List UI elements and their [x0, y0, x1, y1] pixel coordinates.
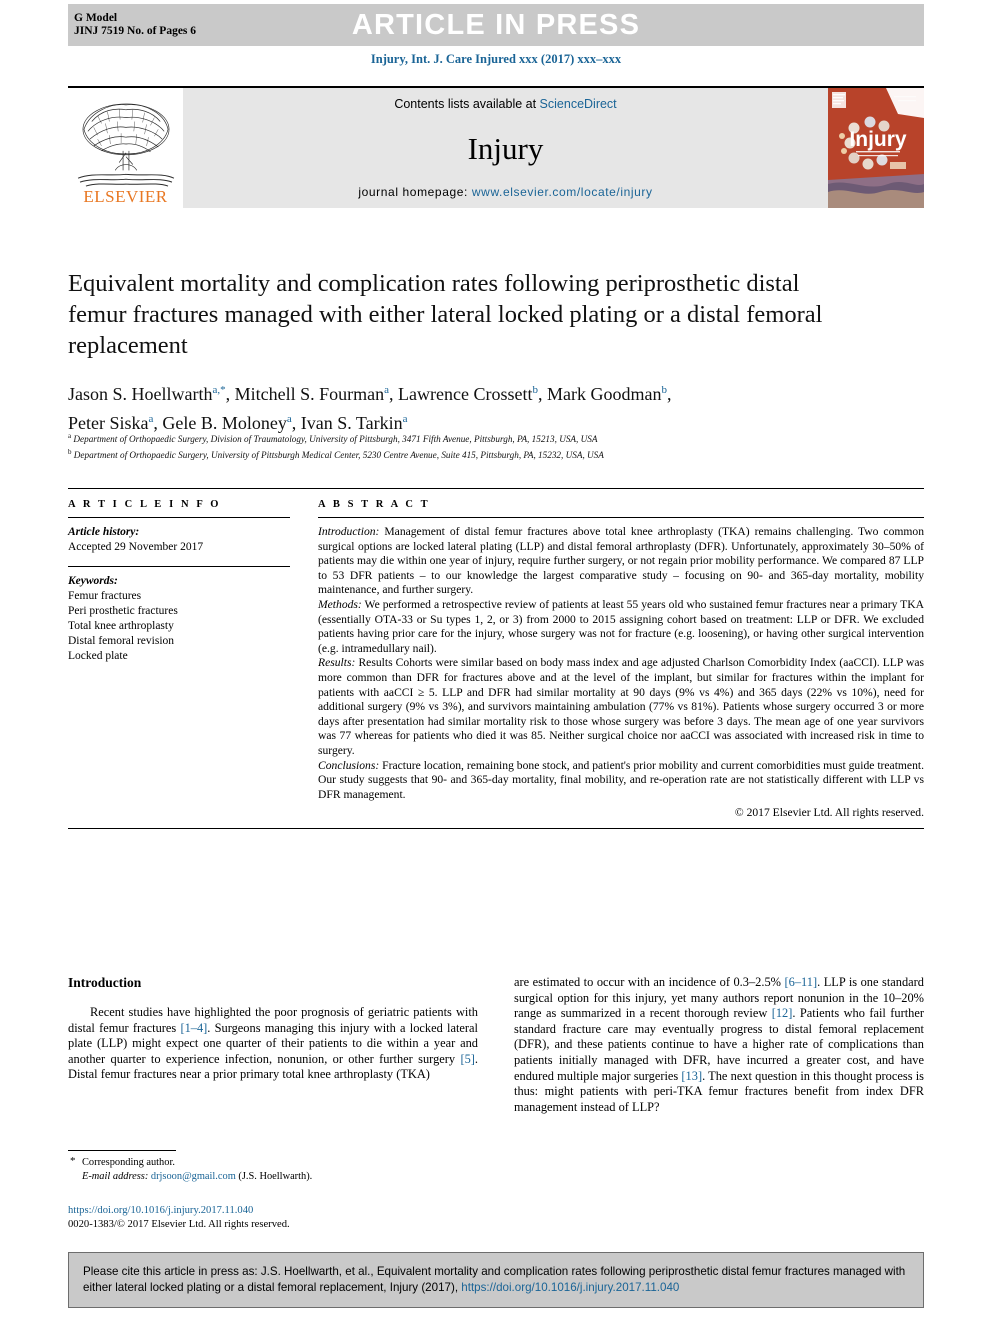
abstract-methods: Methods: We performed a retrospective re…: [318, 598, 924, 656]
journal-title: Injury: [467, 130, 544, 166]
abstract-methods-text: We performed a retrospective review of p…: [318, 597, 924, 655]
citation-1-4[interactable]: [1–4]: [180, 1021, 207, 1035]
affil-marker: a: [148, 413, 154, 425]
abstract-copyright: © 2017 Elsevier Ltd. All rights reserved…: [734, 806, 924, 820]
keyword-item: Peri prosthetic fractures: [68, 605, 178, 617]
citation-12[interactable]: [12]: [772, 1006, 793, 1020]
abstract-results-text: Results Cohorts were similar based on bo…: [318, 656, 924, 757]
author-list: Jason S. Hoellwartha,*, Mitchell S. Four…: [68, 384, 672, 433]
email-link[interactable]: drjsoon@gmail.com: [151, 1171, 236, 1182]
affiliation-a-text: Department of Orthopaedic Surgery, Divis…: [73, 434, 598, 445]
abstract-introduction-text: Management of distal femur fractures abo…: [318, 525, 924, 597]
abstract-results: Results: Results Cohorts were similar ba…: [318, 656, 924, 758]
divider: [68, 566, 290, 567]
intro-paragraph-left: Recent studies have highlighted the poor…: [68, 1005, 478, 1083]
journal-homepage-link[interactable]: www.elsevier.com/locate/injury: [472, 185, 653, 199]
body-left-column: Introduction Recent studies have highlig…: [68, 975, 478, 1115]
doi-copyright-block: https://doi.org/10.1016/j.injury.2017.11…: [68, 1204, 488, 1232]
abstract-heading: A B S T R A C T: [318, 499, 431, 510]
divider: [68, 517, 290, 518]
abstract-methods-label: Methods:: [318, 597, 362, 611]
article-history-value: Accepted 29 November 2017: [68, 541, 204, 553]
journal-reference-line: Injury, Int. J. Care Injured xxx (2017) …: [370, 52, 622, 66]
affil-marker: a: [384, 384, 390, 396]
abstract-column: A B S T R A C T Introduction: Management…: [318, 489, 924, 820]
abstract-introduction-label: Introduction:: [318, 525, 380, 538]
email-owner: (J.S. Hoellwarth).: [238, 1170, 313, 1182]
affiliation-a: a Department of Orthopaedic Surgery, Div…: [68, 432, 598, 445]
article-page: G Model JINJ 7519 No. of Pages 6 ARTICLE…: [0, 0, 992, 1323]
abstract-conclusions-label: Conclusions:: [318, 758, 380, 772]
article-history-label: Article history:: [68, 526, 140, 538]
citation-13[interactable]: [13]: [681, 1069, 702, 1083]
footnote-block: * Corresponding author. E-mail address: …: [68, 1150, 478, 1183]
elsevier-tree-icon: [77, 103, 174, 187]
article-in-press-label: ARTICLE IN PRESS: [351, 8, 641, 41]
elsevier-wordmark: ELSEVIER: [83, 187, 168, 206]
abstract-conclusions: Conclusions: Fracture location, remainin…: [318, 759, 924, 803]
article-info-heading: A R T I C L E I N F O: [68, 499, 222, 510]
abstract-conclusions-text: Fracture location, remaining bone stock,…: [318, 758, 924, 801]
divider: [318, 517, 924, 518]
cite-this-article-box: Please cite this article in press as: J.…: [68, 1252, 924, 1308]
affil-marker: a: [286, 413, 292, 425]
journal-masthead: ELSEVIER Contents lists available at Sci…: [68, 86, 924, 210]
abstract-introduction: Introduction: Management of distal femur…: [318, 525, 924, 598]
issn-copyright: 0020-1383/© 2017 Elsevier Ltd. All right…: [68, 1219, 290, 1230]
article-in-press-band: G Model JINJ 7519 No. of Pages 6 ARTICLE…: [68, 4, 924, 46]
affiliation-b-text: Department of Orthopaedic Surgery, Unive…: [73, 449, 604, 460]
keywords-label: Keywords:: [68, 575, 118, 587]
masthead-center: Contents lists available at ScienceDirec…: [183, 88, 828, 208]
article-title: Equivalent mortality and complication ra…: [68, 270, 823, 359]
contents-prefix: Contents lists available at: [394, 97, 540, 111]
asterisk-icon: *: [70, 1155, 76, 1167]
intro-paragraph-right: are estimated to occur with an incidence…: [514, 975, 924, 1115]
email-note: E-mail address: drjsoon@gmail.com (J.S. …: [68, 1170, 478, 1184]
abstract-results-label: Results:: [318, 656, 356, 670]
body-columns: Introduction Recent studies have highlig…: [68, 975, 924, 1115]
contents-lists-line: Contents lists available at ScienceDirec…: [394, 97, 616, 111]
intro-text-4: are estimated to occur with an incidence…: [514, 975, 785, 989]
affil-marker: a,*: [212, 384, 226, 396]
info-abstract-block: A R T I C L E I N F O Article history: A…: [68, 488, 924, 830]
body-right-column: are estimated to occur with an incidence…: [514, 975, 924, 1115]
affil-marker: a: [402, 413, 408, 425]
keyword-item: Total knee arthroplasty: [68, 620, 174, 632]
divider: [68, 828, 924, 830]
footnote-divider: [68, 1150, 176, 1151]
injury-cover-art: Injury: [828, 88, 924, 208]
svg-text:Injury: Injury: [849, 128, 906, 151]
corresponding-author-label: Corresponding author.: [82, 1157, 175, 1168]
homepage-prefix: journal homepage:: [358, 185, 472, 199]
doi-link[interactable]: https://doi.org/10.1016/j.injury.2017.11…: [68, 1204, 488, 1218]
keyword-item: Femur fractures: [68, 590, 142, 602]
keyword-item: Distal femoral revision: [68, 635, 175, 647]
corresponding-author-note: * Corresponding author.: [68, 1155, 478, 1170]
citation-5[interactable]: [5]: [460, 1052, 474, 1066]
journal-cover-thumbnail: Injury: [828, 88, 924, 208]
sciencedirect-link[interactable]: ScienceDirect: [540, 97, 617, 111]
cite-doi-link[interactable]: https://doi.org/10.1016/j.injury.2017.11…: [461, 1281, 679, 1294]
citation-6-11[interactable]: [6–11]: [785, 975, 818, 989]
affil-marker: b: [532, 384, 538, 396]
elsevier-logo: ELSEVIER: [68, 88, 183, 208]
affiliation-b: b Department of Orthopaedic Surgery, Uni…: [68, 447, 604, 460]
journal-homepage-line: journal homepage: www.elsevier.com/locat…: [358, 185, 652, 199]
article-info-column: A R T I C L E I N F O Article history: A…: [68, 489, 318, 820]
affiliations: a Department of Orthopaedic Surgery, Div…: [68, 430, 928, 461]
section-heading-introduction: Introduction: [68, 975, 142, 990]
email-label: E-mail address:: [82, 1170, 149, 1182]
keyword-item: Locked plate: [68, 650, 128, 662]
cite-text: Please cite this article in press as: J.…: [83, 1264, 909, 1296]
affil-marker: b: [661, 384, 667, 396]
